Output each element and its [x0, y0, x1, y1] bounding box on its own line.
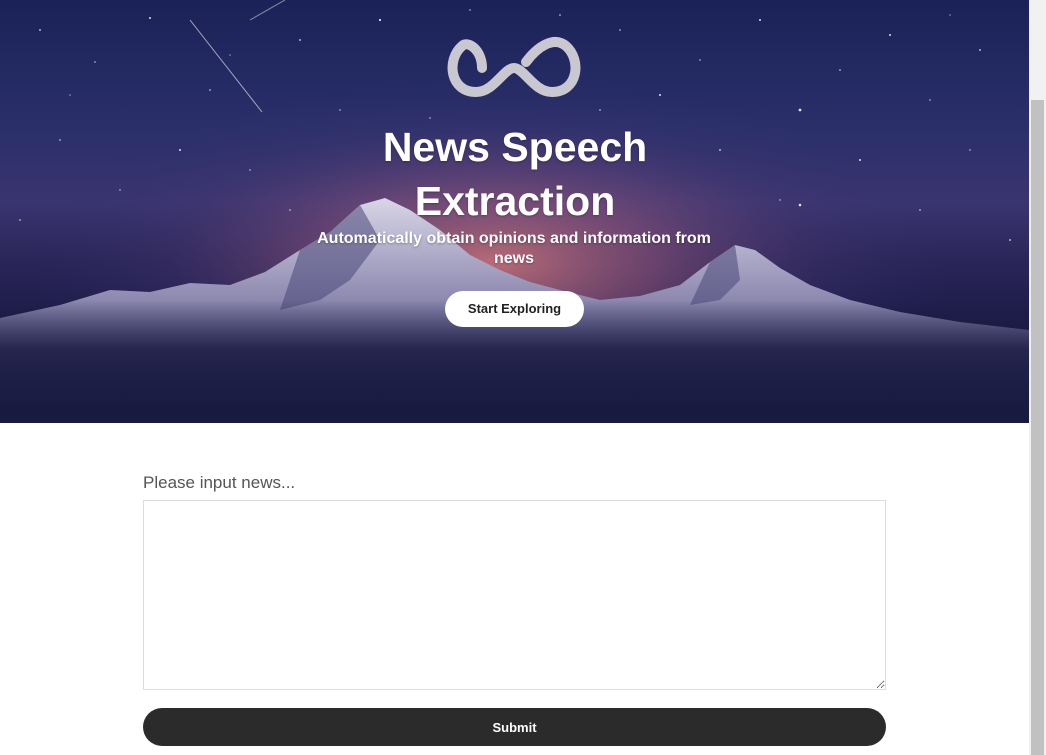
- scrollbar-thumb[interactable]: [1031, 100, 1044, 755]
- content-area: News Speech Extraction Automatically obt…: [0, 0, 1029, 755]
- hero-subtitle: Automatically obtain opinions and inform…: [317, 230, 711, 267]
- page: News Speech Extraction Automatically obt…: [0, 0, 1046, 755]
- hero-title: News Speech Extraction: [382, 124, 648, 224]
- infinity-icon: [447, 37, 581, 98]
- news-textarea[interactable]: [143, 500, 886, 690]
- start-exploring-button[interactable]: Start Exploring: [445, 291, 584, 327]
- submit-button[interactable]: Submit: [143, 708, 886, 746]
- vertical-scrollbar[interactable]: [1029, 0, 1046, 755]
- hero-banner: News Speech Extraction Automatically obt…: [0, 0, 1029, 423]
- news-input-label: Please input news...: [143, 473, 296, 492]
